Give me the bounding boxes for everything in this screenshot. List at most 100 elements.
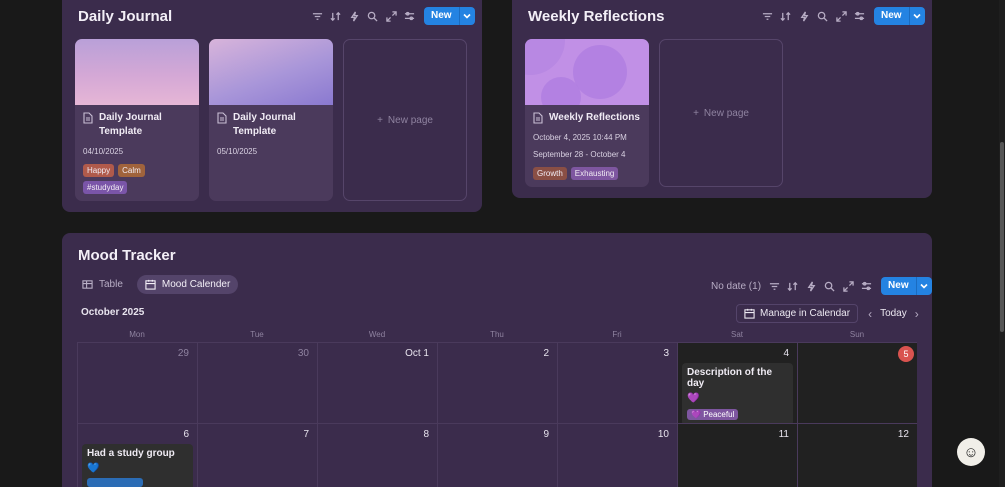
settings-sliders-icon[interactable] xyxy=(401,7,419,25)
view-tabs: Table Mood Calender xyxy=(74,275,239,294)
blue-heart-icon: 💙 xyxy=(87,463,100,474)
tab-label: Mood Calender xyxy=(161,279,231,290)
mood-tracker-title[interactable]: Mood Tracker xyxy=(78,247,176,264)
search-icon[interactable] xyxy=(364,7,382,25)
sort-icon[interactable] xyxy=(784,277,802,295)
day-number: 12 xyxy=(897,429,909,440)
calendar-month: October 2025 xyxy=(81,307,145,318)
day-cell[interactable]: Oct 1 xyxy=(317,342,437,423)
daily-journal-new-button[interactable]: New xyxy=(424,7,475,25)
daily-journal-title[interactable]: Daily Journal xyxy=(78,8,172,25)
card-title-line1: Daily Journal xyxy=(99,112,162,123)
daily-journal-new-page[interactable]: + New page xyxy=(343,39,467,201)
day-cell[interactable]: 10 xyxy=(557,423,677,487)
weekday-tue: Tue xyxy=(250,330,264,339)
automation-icon[interactable] xyxy=(345,7,363,25)
weekday-wed: Wed xyxy=(368,330,386,339)
document-icon xyxy=(83,112,93,124)
card-title-line2: Template xyxy=(99,126,143,137)
day-cell[interactable]: 4 Description of the day 💜 💜 Peaceful xyxy=(677,342,797,426)
journal-card-1[interactable]: Daily Journal Template 04/10/2025 Happy C… xyxy=(75,39,199,201)
card-cover xyxy=(209,39,333,105)
calendar-event[interactable]: Description of the day 💜 💜 Peaceful xyxy=(682,363,793,426)
new-page-label: New page xyxy=(703,107,749,119)
day-cell[interactable]: 30 xyxy=(197,342,317,423)
search-icon[interactable] xyxy=(814,7,832,25)
settings-sliders-icon[interactable] xyxy=(851,7,869,25)
chevron-down-icon[interactable] xyxy=(458,7,475,25)
day-cell[interactable]: 29 xyxy=(77,342,197,423)
weekday-sat: Sat xyxy=(730,330,743,339)
scrollbar[interactable] xyxy=(999,0,1005,487)
mood-tracker-new-button[interactable]: New xyxy=(881,277,932,295)
event-title: Had a study group xyxy=(87,448,175,459)
day-cell[interactable]: 6 Had a study group 💙 xyxy=(77,423,197,487)
expand-icon[interactable] xyxy=(382,7,400,25)
tag-exhausting: Exhausting xyxy=(570,167,619,180)
tag-happy: Happy xyxy=(83,164,115,177)
table-icon xyxy=(82,280,93,289)
card-date: 04/10/2025 xyxy=(83,147,124,156)
chevron-left-icon[interactable]: ‹ xyxy=(868,307,872,321)
day-number: 30 xyxy=(297,348,309,359)
card-title-line1: Daily Journal xyxy=(233,112,296,123)
weekly-reflections-toolbar: New xyxy=(758,7,925,25)
help-avatar-icon[interactable]: ☺ xyxy=(957,438,985,466)
chevron-down-icon[interactable] xyxy=(908,7,925,25)
tab-table[interactable]: Table xyxy=(74,275,131,294)
day-number: 10 xyxy=(657,429,669,440)
chevron-down-icon[interactable] xyxy=(915,277,932,295)
day-cell[interactable]: 11 xyxy=(677,423,797,487)
weekday-sun: Sun xyxy=(849,330,865,339)
tag-calm: Calm xyxy=(118,164,145,177)
manage-in-calendar-button[interactable]: Manage in Calendar xyxy=(736,304,859,323)
day-number: 4 xyxy=(783,348,789,359)
document-icon xyxy=(533,112,543,124)
day-cell[interactable]: 8 xyxy=(317,423,437,487)
journal-card-2[interactable]: Daily Journal Template 05/10/2025 xyxy=(209,39,333,201)
new-button-label[interactable]: New xyxy=(424,7,459,25)
weekly-reflections-new-button[interactable]: New xyxy=(874,7,925,25)
day-cell[interactable]: 12 xyxy=(797,423,917,487)
chevron-right-icon[interactable]: › xyxy=(915,307,919,321)
plus-icon: + xyxy=(693,107,699,119)
sort-icon[interactable] xyxy=(327,7,345,25)
automation-icon[interactable] xyxy=(795,7,813,25)
filter-icon[interactable] xyxy=(758,7,776,25)
day-number: 3 xyxy=(663,348,669,359)
settings-sliders-icon[interactable] xyxy=(858,277,876,295)
scrollbar-thumb[interactable] xyxy=(1000,142,1004,332)
sort-icon[interactable] xyxy=(777,7,795,25)
search-icon[interactable] xyxy=(821,277,839,295)
tag-peaceful: 💜 Peaceful xyxy=(687,409,739,420)
event-tag xyxy=(87,478,143,487)
expand-icon[interactable] xyxy=(832,7,850,25)
tab-mood-calender[interactable]: Mood Calender xyxy=(136,275,239,294)
reflection-card[interactable]: Weekly Reflections October 4, 2025 10:44… xyxy=(525,39,649,187)
no-date-button[interactable]: No date (1) xyxy=(711,281,761,292)
today-button[interactable]: Today xyxy=(880,308,907,319)
weekly-reflections-new-page[interactable]: + New page xyxy=(659,39,783,187)
tag-growth: Growth xyxy=(533,167,567,180)
day-cell[interactable]: 5 xyxy=(797,342,917,423)
day-number: 9 xyxy=(543,429,549,440)
calendar-event[interactable]: Had a study group 💙 xyxy=(82,444,193,487)
day-number: 6 xyxy=(183,429,189,440)
day-cell[interactable]: 9 xyxy=(437,423,557,487)
day-number: 7 xyxy=(303,429,309,440)
calendar-grid: Mon Tue Wed Thu Fri Sat Sun 29 30 Oct 1 … xyxy=(77,328,917,487)
weekly-reflections-title[interactable]: Weekly Reflections xyxy=(528,8,664,25)
automation-icon[interactable] xyxy=(802,277,820,295)
new-button-label[interactable]: New xyxy=(881,277,916,295)
day-cell[interactable]: 3 xyxy=(557,342,677,423)
filter-icon[interactable] xyxy=(765,277,783,295)
day-cell[interactable]: 7 xyxy=(197,423,317,487)
today-badge: 5 xyxy=(898,346,914,362)
expand-icon[interactable] xyxy=(839,277,857,295)
new-button-label[interactable]: New xyxy=(874,7,909,25)
card-cover xyxy=(525,39,649,105)
day-cell[interactable]: 2 xyxy=(437,342,557,423)
calendar-controls: Manage in Calendar ‹ Today › xyxy=(736,304,919,323)
filter-icon[interactable] xyxy=(308,7,326,25)
weekday-fri: Fri xyxy=(612,330,622,339)
